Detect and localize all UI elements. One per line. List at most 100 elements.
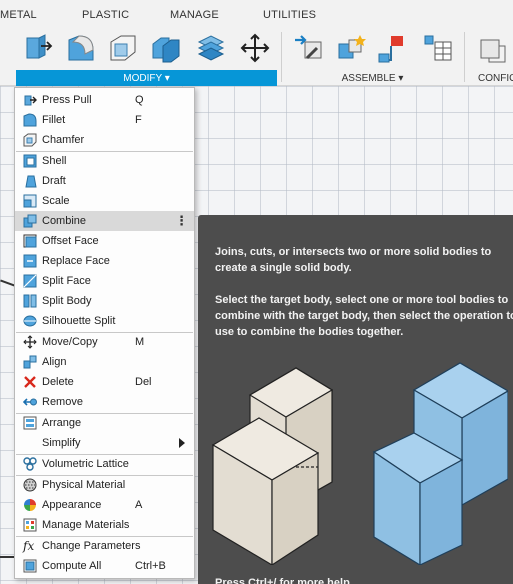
menu-item-label: Draft bbox=[42, 175, 66, 187]
chamfer-tool[interactable] bbox=[106, 31, 140, 65]
replace-face-icon bbox=[22, 253, 38, 269]
offset-face-icon bbox=[22, 233, 38, 249]
menu-item-shell[interactable]: Shell bbox=[15, 151, 194, 171]
tab-utilities[interactable]: UTILITIES bbox=[263, 9, 316, 21]
offset-face-tool-icon bbox=[152, 37, 180, 63]
combine-illustration bbox=[211, 362, 508, 565]
menu-item-align[interactable]: Align bbox=[15, 352, 194, 372]
tab-metal[interactable]: METAL bbox=[0, 9, 37, 21]
menu-item-label: Split Face bbox=[42, 275, 91, 287]
motion-link-tool[interactable] bbox=[376, 31, 410, 65]
menu-item-draft[interactable]: Draft bbox=[15, 171, 194, 191]
menu-item-label: Simplify bbox=[42, 437, 81, 449]
menu-item-split-body[interactable]: Split Body bbox=[15, 291, 194, 311]
menu-item-volumetric-lattice[interactable]: Volumetric Lattice bbox=[15, 454, 194, 474]
appearance-icon bbox=[22, 497, 38, 513]
menu-item-physical-material[interactable]: Physical Material bbox=[15, 475, 194, 495]
menu-item-press-pull[interactable]: Press Pull Q bbox=[15, 90, 194, 110]
menu-item-label: Remove bbox=[42, 396, 83, 408]
menu-item-replace-face[interactable]: Replace Face bbox=[15, 251, 194, 271]
manage-materials-icon bbox=[22, 517, 38, 533]
chamfer-icon bbox=[110, 35, 136, 61]
tooltip-description: Joins, cuts, or intersects two or more s… bbox=[215, 246, 492, 274]
menu-item-manage-materials[interactable]: Manage Materials bbox=[15, 515, 194, 535]
assemble-group-button[interactable]: ASSEMBLE ▾ bbox=[290, 70, 455, 86]
menu-item-label: Align bbox=[42, 356, 67, 368]
menu-item-remove[interactable]: Remove bbox=[15, 392, 194, 412]
as-built-joint-tool[interactable] bbox=[334, 31, 368, 65]
menu-item-label: Volumetric Lattice bbox=[42, 458, 129, 470]
shell-tool[interactable] bbox=[148, 31, 182, 65]
fillet-tool[interactable] bbox=[64, 31, 98, 65]
combine-icon bbox=[22, 213, 38, 229]
configure-icon bbox=[480, 39, 506, 63]
split-face-icon bbox=[22, 273, 38, 289]
menu-item-label: Split Body bbox=[42, 295, 92, 307]
menu-item-shortcut: Ctrl+B bbox=[135, 560, 166, 572]
press-pull-tool[interactable] bbox=[20, 31, 54, 65]
as-built-joint-icon bbox=[338, 35, 366, 59]
menu-item-shortcut: M bbox=[135, 336, 145, 348]
configure-tool[interactable] bbox=[474, 31, 508, 65]
menu-item-label: Chamfer bbox=[42, 134, 85, 146]
toolbar-separator bbox=[281, 32, 282, 82]
move-arrows-icon bbox=[22, 334, 38, 350]
menu-item-label: Combine bbox=[42, 215, 87, 227]
menu-item-offset-face[interactable]: Offset Face bbox=[15, 231, 194, 251]
menu-item-label: Offset Face bbox=[42, 235, 99, 247]
menu-item-simplify[interactable]: Simplify bbox=[15, 433, 194, 453]
toolbar-tabs: METAL PLASTIC MANAGE UTILITIES bbox=[0, 9, 513, 25]
menu-item-silhouette-split[interactable]: Silhouette Split bbox=[15, 311, 194, 331]
menu-item-label: Compute All bbox=[42, 560, 102, 572]
menu-item-label: Arrange bbox=[42, 417, 82, 429]
fx-icon: fx bbox=[22, 538, 38, 554]
fillet-icon bbox=[22, 112, 38, 128]
menu-item-label: Appearance bbox=[42, 499, 102, 511]
tooltip-instructions: Select the target body, select one or mo… bbox=[215, 294, 513, 338]
shell-icon bbox=[22, 153, 38, 169]
menu-item-combine[interactable]: Combine ⋮ bbox=[15, 211, 194, 231]
physical-material-icon bbox=[22, 477, 38, 493]
menu-item-chamfer[interactable]: Chamfer bbox=[15, 130, 194, 150]
split-body-icon bbox=[22, 293, 38, 309]
align-icon bbox=[22, 354, 38, 370]
fillet-icon bbox=[68, 35, 94, 61]
menu-item-shortcut: Del bbox=[135, 376, 152, 388]
modify-group-button[interactable]: MODIFY ▾ bbox=[16, 70, 277, 86]
svg-text:fx: fx bbox=[22, 539, 34, 553]
table-icon bbox=[424, 35, 452, 61]
model-edge bbox=[0, 556, 15, 558]
menu-item-label: Move/Copy bbox=[42, 336, 98, 348]
component-table-tool[interactable] bbox=[420, 31, 454, 65]
tab-plastic[interactable]: PLASTIC bbox=[82, 9, 129, 21]
menu-item-label: Physical Material bbox=[42, 479, 126, 491]
model-edge bbox=[0, 279, 15, 287]
lattice-icon bbox=[22, 456, 38, 472]
menu-item-change-parameters[interactable]: fx Change Parameters bbox=[15, 536, 194, 556]
menu-item-compute-all[interactable]: Compute All Ctrl+B bbox=[15, 556, 194, 576]
split-tool[interactable] bbox=[194, 31, 228, 65]
menu-item-label: Change Parameters bbox=[42, 540, 141, 552]
arrange-icon bbox=[22, 415, 38, 431]
chamfer-icon bbox=[22, 132, 38, 148]
menu-item-fillet[interactable]: Fillet F bbox=[15, 110, 194, 130]
menu-item-scale[interactable]: Scale bbox=[15, 191, 194, 211]
stack-icon bbox=[197, 35, 225, 61]
menu-item-delete[interactable]: Delete Del bbox=[15, 372, 194, 392]
menu-item-label: Fillet bbox=[42, 114, 66, 126]
menu-item-move-copy[interactable]: Move/Copy M bbox=[15, 332, 194, 352]
tab-manage[interactable]: MANAGE bbox=[170, 9, 219, 21]
press-pull-icon bbox=[22, 92, 38, 108]
menu-item-split-face[interactable]: Split Face bbox=[15, 271, 194, 291]
joint-tool[interactable] bbox=[292, 31, 326, 65]
modify-dropdown-menu: Press Pull Q Fillet F Chamfer Shell Draf… bbox=[14, 87, 195, 579]
move-tool[interactable] bbox=[238, 31, 272, 65]
menu-item-arrange[interactable]: Arrange bbox=[15, 413, 194, 433]
more-options-icon[interactable]: ⋮ bbox=[175, 213, 188, 229]
delete-x-icon bbox=[22, 374, 38, 390]
menu-item-appearance[interactable]: Appearance A bbox=[15, 495, 194, 515]
configure-group-button[interactable]: CONFIG bbox=[470, 70, 513, 86]
menu-item-label: Replace Face bbox=[42, 255, 110, 267]
toolbar-tools bbox=[0, 31, 513, 67]
joint-icon bbox=[295, 35, 322, 60]
